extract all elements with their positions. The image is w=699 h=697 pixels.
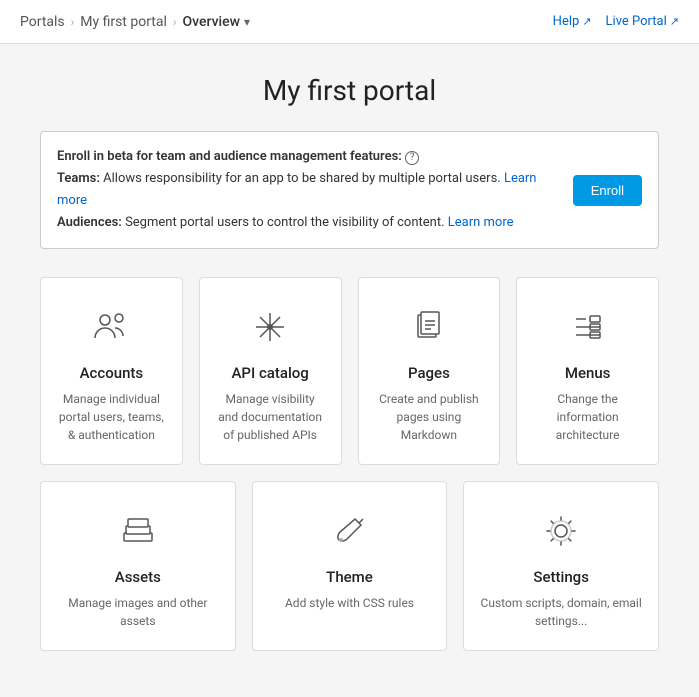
cards-row-2: Assets Manage images and other assets Th… xyxy=(40,481,659,651)
settings-icon xyxy=(536,506,586,556)
api-catalog-icon xyxy=(245,302,295,352)
teams-desc: Allows responsibility for an app to be s… xyxy=(103,171,501,186)
enroll-heading: Enroll in beta for team and audience man… xyxy=(57,149,402,164)
pages-desc: Create and publish pages using Markdown xyxy=(375,390,484,444)
api-catalog-title: API catalog xyxy=(231,364,308,382)
card-api-catalog[interactable]: API catalog Manage visibility and docume… xyxy=(199,277,342,465)
settings-title: Settings xyxy=(533,568,589,586)
breadcrumb-sep-1: › xyxy=(71,15,75,29)
accounts-icon xyxy=(86,302,136,352)
assets-icon xyxy=(113,506,163,556)
accounts-desc: Manage individual portal users, teams, &… xyxy=(57,390,166,444)
help-external-icon: ↗ xyxy=(582,15,591,28)
accounts-title: Accounts xyxy=(80,364,144,382)
assets-desc: Manage images and other assets xyxy=(57,594,219,630)
help-link[interactable]: Help ↗ xyxy=(553,14,592,29)
card-settings[interactable]: Settings Custom scripts, domain, email s… xyxy=(463,481,659,651)
audiences-label: Audiences: xyxy=(57,215,122,230)
menus-icon xyxy=(563,302,613,352)
breadcrumb: Portals › My first portal › Overview ▾ xyxy=(20,14,250,30)
audiences-desc: Segment portal users to control the visi… xyxy=(125,215,444,230)
enroll-button[interactable]: Enroll xyxy=(573,175,642,206)
breadcrumb-current: Overview ▾ xyxy=(183,14,251,30)
theme-title: Theme xyxy=(326,568,373,586)
card-accounts[interactable]: Accounts Manage individual portal users,… xyxy=(40,277,183,465)
settings-desc: Custom scripts, domain, email settings..… xyxy=(480,594,642,630)
card-theme[interactable]: Theme Add style with CSS rules xyxy=(252,481,448,651)
header-actions: Help ↗ Live Portal ↗ xyxy=(553,14,679,29)
theme-desc: Add style with CSS rules xyxy=(285,594,414,612)
theme-icon xyxy=(324,506,374,556)
api-catalog-desc: Manage visibility and documentation of p… xyxy=(216,390,325,444)
assets-title: Assets xyxy=(115,568,161,586)
menus-desc: Change the information architecture xyxy=(533,390,642,444)
audiences-learn-more-link[interactable]: Learn more xyxy=(448,215,514,230)
cards-row-1: Accounts Manage individual portal users,… xyxy=(40,277,659,465)
card-assets[interactable]: Assets Manage images and other assets xyxy=(40,481,236,651)
menus-title: Menus xyxy=(565,364,611,382)
enroll-text: Enroll in beta for team and audience man… xyxy=(57,146,557,234)
help-tooltip-icon[interactable]: ? xyxy=(405,151,419,165)
teams-label: Teams: xyxy=(57,171,100,186)
breadcrumb-sep-2: › xyxy=(173,15,177,29)
main-content: My first portal Enroll in beta for team … xyxy=(0,44,699,697)
header: Portals › My first portal › Overview ▾ H… xyxy=(0,0,699,44)
live-portal-link[interactable]: Live Portal ↗ xyxy=(606,14,679,29)
pages-title: Pages xyxy=(408,364,450,382)
card-pages[interactable]: Pages Create and publish pages using Mar… xyxy=(358,277,501,465)
live-portal-external-icon: ↗ xyxy=(670,15,679,28)
breadcrumb-portals[interactable]: Portals xyxy=(20,14,65,30)
card-menus[interactable]: Menus Change the information architectur… xyxy=(516,277,659,465)
enroll-banner: Enroll in beta for team and audience man… xyxy=(40,131,659,249)
page-title: My first portal xyxy=(40,74,659,107)
breadcrumb-dropdown-icon[interactable]: ▾ xyxy=(244,15,250,29)
pages-icon xyxy=(404,302,454,352)
breadcrumb-portal[interactable]: My first portal xyxy=(80,14,167,30)
